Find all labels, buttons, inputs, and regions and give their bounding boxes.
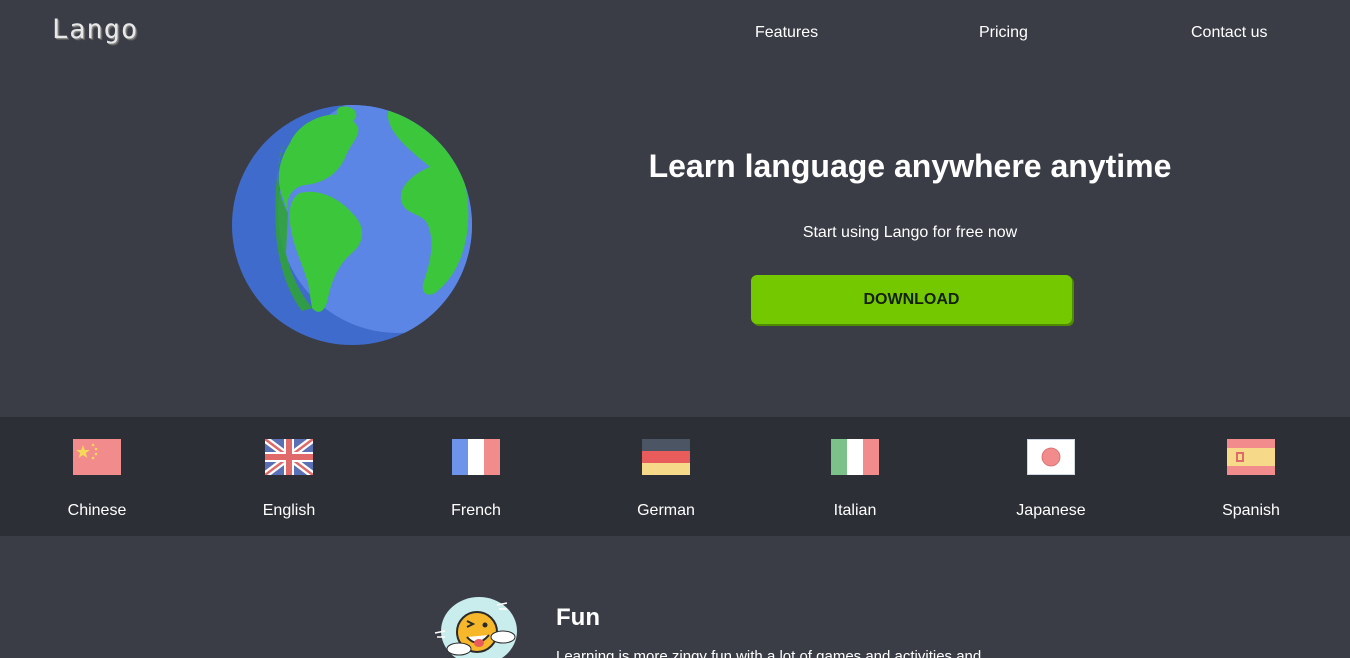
- language-label: Spanish: [1222, 502, 1280, 519]
- japan-flag-icon: [1027, 439, 1075, 475]
- language-selector-band: Chinese English French German Italian Ja…: [0, 417, 1350, 536]
- china-flag-icon: [73, 439, 121, 475]
- language-item-japanese[interactable]: Japanese: [981, 417, 1121, 536]
- nav-pricing-link[interactable]: Pricing: [979, 24, 1028, 42]
- hero-title: Learn language anywhere anytime: [648, 148, 1172, 184]
- germany-flag-icon: [642, 439, 690, 475]
- hero-subtitle: Start using Lango for free now: [802, 224, 1018, 241]
- language-item-french[interactable]: French: [406, 417, 546, 536]
- language-item-chinese[interactable]: Chinese: [27, 417, 167, 536]
- language-item-italian[interactable]: Italian: [785, 417, 925, 536]
- nav-contact-link[interactable]: Contact us: [1191, 24, 1267, 42]
- language-label: Japanese: [1016, 502, 1086, 519]
- language-label: Italian: [833, 502, 877, 519]
- globe-icon: [230, 103, 474, 347]
- download-button[interactable]: DOWNLOAD: [751, 275, 1072, 324]
- top-navigation: Lango Features Pricing Contact us: [0, 0, 1350, 66]
- feature-fun-title: Fun: [556, 604, 600, 631]
- language-label: English: [262, 502, 316, 519]
- feature-fun-text: Learning is more zingy fun with a lot of…: [556, 648, 982, 658]
- language-item-english[interactable]: English: [219, 417, 359, 536]
- brand-logo[interactable]: Lango: [52, 14, 138, 45]
- winking-emoji-icon: [431, 597, 521, 658]
- spain-flag-icon: [1227, 439, 1275, 475]
- italy-flag-icon: [831, 439, 879, 475]
- france-flag-icon: [452, 439, 500, 475]
- language-item-spanish[interactable]: Spanish: [1181, 417, 1321, 536]
- nav-features-link[interactable]: Features: [755, 24, 818, 42]
- language-label: German: [637, 502, 695, 519]
- language-label: French: [451, 502, 501, 519]
- uk-flag-icon: [265, 439, 313, 475]
- language-item-german[interactable]: German: [596, 417, 736, 536]
- language-label: Chinese: [67, 502, 127, 519]
